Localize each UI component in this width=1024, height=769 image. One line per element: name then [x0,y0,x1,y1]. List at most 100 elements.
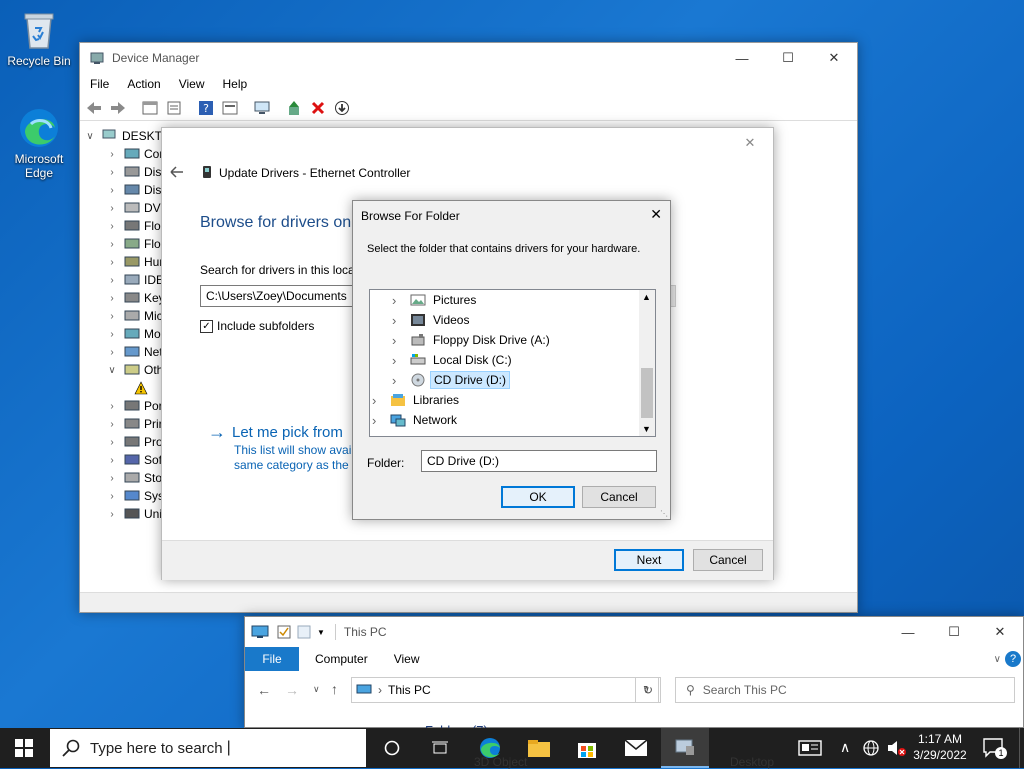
quick-access-dropdown-icon[interactable]: ▼ [317,628,325,637]
let-me-pick-link[interactable]: → Let me pick from [208,422,343,443]
tree-item[interactable]: › Pro [106,433,162,451]
cancel-button[interactable]: Cancel [693,549,763,571]
folder-input[interactable]: CD Drive (D:) [421,450,657,472]
tree-item[interactable] [128,379,154,397]
resize-grip-icon[interactable]: ⋱ [660,509,668,518]
device-manager-taskbar-icon[interactable] [661,728,709,768]
chevron-down-icon[interactable]: ∨ [84,131,96,142]
tree-item[interactable]: › Soft [106,451,165,469]
console-tree-icon[interactable] [140,98,160,118]
tab-computer[interactable]: Computer [315,652,368,666]
tree-item[interactable]: › Mo [106,325,160,343]
chevron-right-icon[interactable]: › [106,257,118,268]
scroll-down-icon[interactable]: ▼ [642,424,651,434]
clock[interactable]: 1:17 AM 3/29/2022 [912,731,968,763]
chevron-right-icon[interactable]: › [106,419,118,430]
tree-item[interactable]: › Sto [106,469,162,487]
tab-view[interactable]: View [394,652,420,666]
chevron-right-icon[interactable]: › [106,275,118,286]
back-arrow-icon[interactable] [84,98,104,118]
explorer-titlebar[interactable]: ▼ This PC — ☐ ✕ [245,617,1023,647]
tree-item[interactable]: › Prir [106,415,162,433]
chevron-right-icon[interactable]: › [106,239,118,250]
tree-item[interactable]: › Flop [106,235,167,253]
chevron-right-icon[interactable]: › [392,353,406,368]
taskbar-search[interactable]: Type here to search | [49,728,367,768]
search-box[interactable]: ⚲ Search This PC [675,677,1015,703]
device-manager-titlebar[interactable]: Device Manager — ☐ ✕ [80,43,857,73]
start-button[interactable] [0,728,48,768]
view-icon[interactable] [220,98,240,118]
folder-tree-item[interactable]: › Floppy Disk Drive (A:) [392,330,553,350]
explorer-folder-3d-objects[interactable]: 3D Object [474,755,527,769]
include-subfolders-checkbox[interactable]: ✓ Include subfolders [200,319,314,333]
chevron-right-icon[interactable]: › [106,347,118,358]
chevron-right-icon[interactable]: › [392,293,406,308]
checklist-icon[interactable] [277,625,291,639]
chevron-right-icon[interactable]: › [106,437,118,448]
folder-tree-item[interactable]: › Videos [392,310,472,330]
chevron-down-icon[interactable]: ∨ [994,654,1001,665]
tree-item[interactable]: › Net [106,343,162,361]
tree-item[interactable]: › Cor [106,145,163,163]
folder-tree[interactable]: › Pictures › Videos › Floppy Disk Drive (A:) ›… [369,289,656,437]
explorer-folder-desktop[interactable]: Desktop [730,755,774,769]
chevron-right-icon[interactable]: › [106,221,118,232]
minimize-button[interactable]: — [719,43,765,73]
volume-muted-icon[interactable] [886,739,908,757]
chevron-right-icon[interactable]: › [106,491,118,502]
tree-scrollbar[interactable]: ▲ ▼ [639,290,655,436]
folder-tree-item[interactable]: › CD Drive (D:) [392,370,510,390]
show-hidden-icons-chevron-icon[interactable]: ∧ [840,739,850,756]
close-button[interactable]: ✕ [977,617,1023,647]
chevron-right-icon[interactable]: › [106,455,118,466]
chevron-right-icon[interactable]: › [392,373,406,388]
network-globe-icon[interactable] [862,739,880,757]
tree-item[interactable]: › Flop [106,217,167,235]
menu-help[interactable]: Help [223,77,248,91]
checkbox-checked-icon[interactable]: ✓ [200,319,213,333]
update-driver-icon[interactable] [284,98,304,118]
help-icon[interactable]: ? [1005,651,1021,667]
chevron-right-icon[interactable]: › [106,329,118,340]
menu-file[interactable]: File [90,77,109,91]
chevron-right-icon[interactable]: › [106,473,118,484]
menu-action[interactable]: Action [127,77,160,91]
close-button[interactable]: ✕ [811,43,857,73]
ok-button[interactable]: OK [501,486,575,508]
tree-root[interactable]: ∨ DESKTO [84,127,171,145]
download-circle-icon[interactable] [332,98,352,118]
path-input[interactable]: C:\Users\Zoey\Documents [200,285,354,307]
folder-tree-item[interactable]: › Libraries [372,390,462,410]
chevron-right-icon[interactable]: › [372,393,386,408]
task-view-circle-icon[interactable] [368,728,416,768]
forward-arrow-icon[interactable]: → [285,682,299,698]
address-bar[interactable]: › This PC ∨ [351,677,659,703]
chevron-right-icon[interactable]: › [106,149,118,160]
properties-icon[interactable] [164,98,184,118]
store-taskbar-icon[interactable] [563,728,611,768]
tree-item[interactable]: › Mic [106,307,162,325]
show-desktop-strip[interactable] [1019,728,1024,768]
chevron-right-icon[interactable]: › [106,167,118,178]
notification-center-icon[interactable]: 1 [982,737,1007,759]
tree-item[interactable]: › Por [106,397,162,415]
chevron-right-icon[interactable]: › [106,293,118,304]
chevron-right-icon[interactable]: › [106,311,118,322]
chevron-down-icon[interactable]: ∨ [106,365,118,376]
new-folder-icon[interactable] [297,625,311,639]
desktop-icon-recycle-bin[interactable]: Recycle Bin [4,8,74,68]
folder-tree-item[interactable]: › Network [372,410,460,430]
tree-item[interactable]: › DVD [106,199,169,217]
help-icon[interactable]: ? [196,98,216,118]
maximize-button[interactable]: ☐ [931,617,977,647]
folder-tree-item[interactable]: › Local Disk (C:) [392,350,515,370]
tree-item[interactable]: › Syst [106,487,167,505]
close-button[interactable]: ✕ [650,206,662,223]
tab-file[interactable]: File [245,647,299,671]
scan-hardware-icon[interactable] [252,98,272,118]
tree-item[interactable]: › Uni [106,505,162,523]
tree-item[interactable]: › Disk [106,163,167,181]
chevron-right-icon[interactable]: › [392,333,406,348]
scroll-up-icon[interactable]: ▲ [642,292,651,302]
